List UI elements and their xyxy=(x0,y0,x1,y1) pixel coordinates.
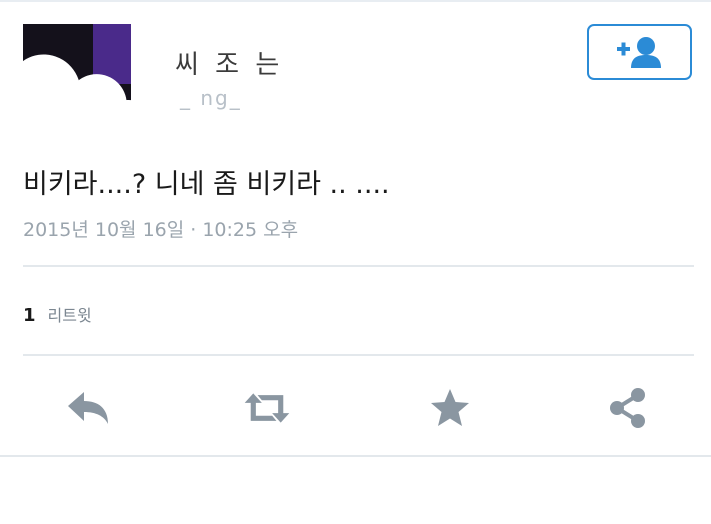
tweet-text: 비키라....? 니네 좀 비키라 .. .... xyxy=(23,169,390,200)
reply-button[interactable] xyxy=(64,384,112,432)
bottom-divider xyxy=(0,455,711,457)
add-user-icon xyxy=(616,37,661,68)
divider xyxy=(23,354,694,356)
retweet-stats[interactable]: 1 리트윗 xyxy=(23,302,92,326)
share-button[interactable] xyxy=(604,384,652,432)
display-name[interactable]: 씨 조 는 xyxy=(175,44,283,81)
avatar-redaction xyxy=(113,100,131,132)
favorite-button[interactable] xyxy=(426,384,474,432)
retweet-icon xyxy=(244,393,290,423)
reply-icon xyxy=(68,392,108,424)
retweet-label: 리트윗 xyxy=(47,306,92,325)
share-icon xyxy=(610,388,645,428)
divider xyxy=(23,265,694,267)
retweet-count: 1 xyxy=(23,305,36,326)
username[interactable]: _ ng_ xyxy=(180,86,242,110)
avatar[interactable] xyxy=(23,24,131,132)
top-divider xyxy=(0,0,711,2)
tweet-timestamp[interactable]: 2015년 10월 16일 · 10:25 오후 xyxy=(23,215,298,242)
follow-button[interactable] xyxy=(587,24,692,80)
star-icon xyxy=(431,389,469,426)
retweet-button[interactable] xyxy=(243,384,291,432)
